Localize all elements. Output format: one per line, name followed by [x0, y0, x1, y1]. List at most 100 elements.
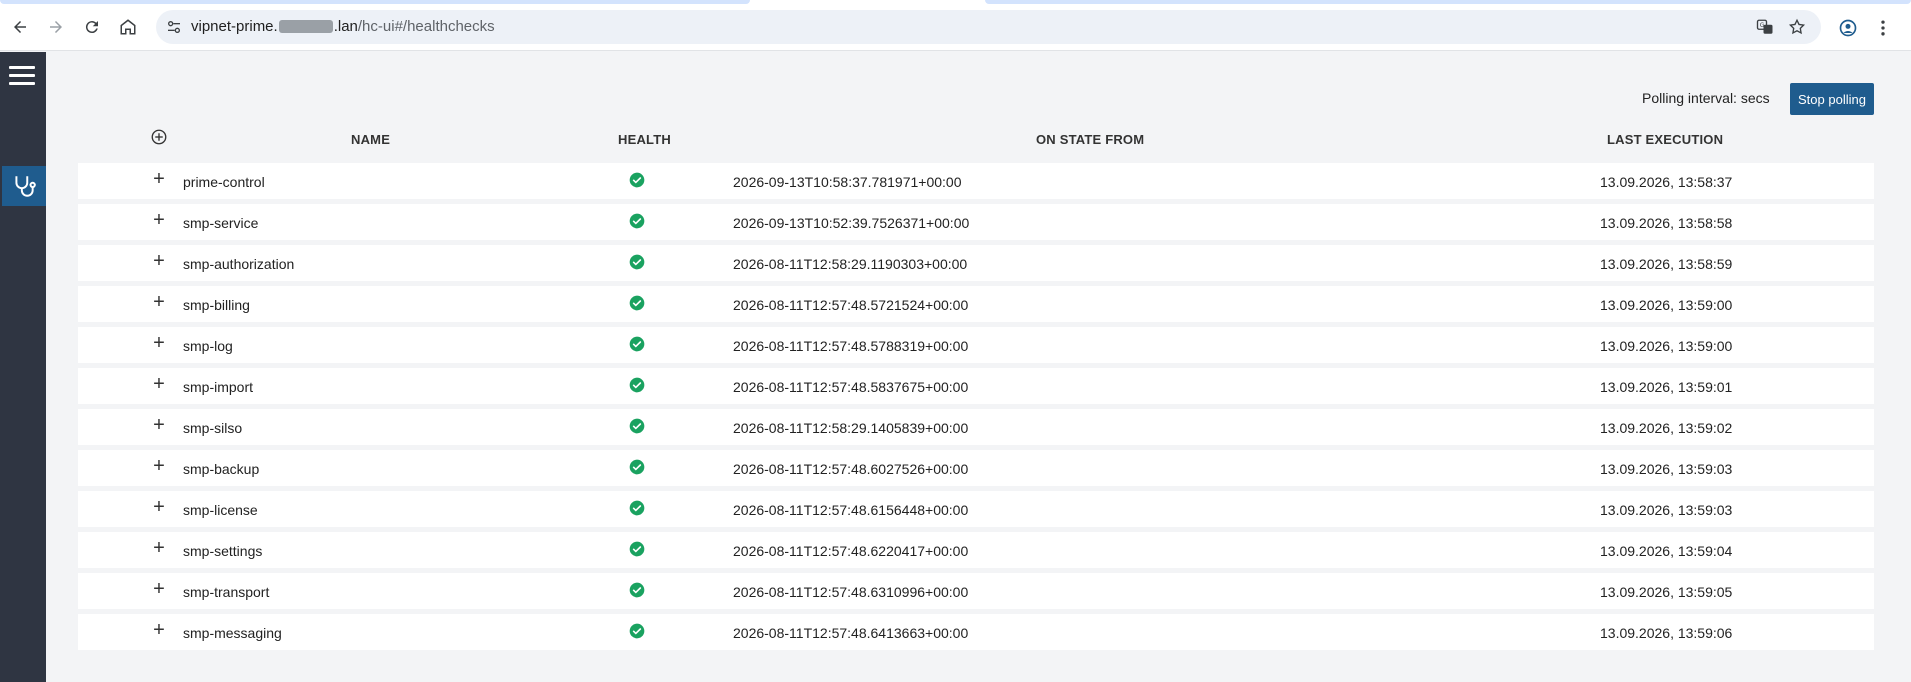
table-row[interactable]: + smp-messaging 2026-08-11T12:57:48.641366…	[78, 614, 1874, 650]
table-row[interactable]: + smp-settings 2026-08-11T12:57:48.6220417…	[78, 532, 1874, 568]
health-ok-icon	[629, 459, 645, 475]
browser-tab[interactable]	[0, 0, 750, 4]
row-last-execution: 13.09.2026, 13:59:00	[1600, 297, 1733, 313]
url-host: vipnet-prime.	[191, 18, 278, 35]
stop-polling-button[interactable]: Stop polling	[1790, 83, 1874, 115]
polling-interval-label: Polling interval: secs	[1642, 90, 1770, 106]
row-on-state-from: 2026-08-11T12:57:48.6156448+00:00	[733, 502, 969, 518]
row-name: smp-service	[183, 215, 259, 231]
svg-text:G: G	[1760, 22, 1765, 29]
home-icon	[120, 19, 136, 35]
row-name: smp-silso	[183, 420, 243, 436]
expand-row-button[interactable]: +	[148, 169, 170, 191]
row-name: smp-billing	[183, 297, 250, 313]
row-last-execution: 13.09.2026, 13:59:03	[1600, 502, 1733, 518]
row-on-state-from: 2026-09-13T10:52:39.7526371+00:00	[733, 215, 970, 231]
address-bar[interactable]: vipnet-prime. .lan/hc-ui#/healthchecks G	[156, 10, 1821, 44]
column-header-health[interactable]: HEALTH	[618, 132, 671, 147]
health-ok-icon	[629, 172, 645, 188]
reload-icon	[85, 21, 98, 34]
expand-row-button[interactable]: +	[148, 251, 170, 273]
health-ok-icon	[629, 541, 645, 557]
browser-tab[interactable]	[985, 0, 1911, 4]
url-text: vipnet-prime. .lan/hc-ui#/healthchecks	[191, 18, 495, 35]
expand-row-button[interactable]: +	[148, 210, 170, 232]
expand-row-button[interactable]: +	[148, 374, 170, 396]
browser-toolbar: vipnet-prime. .lan/hc-ui#/healthchecks G	[0, 5, 1911, 51]
arrow-left-icon	[14, 21, 26, 33]
column-header-on-state-from[interactable]: ON STATE FROM	[1036, 132, 1144, 147]
row-name: smp-settings	[183, 543, 263, 559]
expand-all-icon[interactable]	[150, 128, 168, 146]
row-last-execution: 13.09.2026, 13:59:00	[1600, 338, 1733, 354]
row-on-state-from: 2026-08-11T12:57:48.6310996+00:00	[733, 584, 969, 600]
table-row[interactable]: + smp-transport 2026-08-11T12:57:48.631099…	[78, 573, 1874, 609]
home-button[interactable]	[114, 13, 142, 41]
row-name: smp-messaging	[183, 625, 282, 641]
health-ok-icon	[629, 500, 645, 516]
row-last-execution: 13.09.2026, 13:58:37	[1600, 174, 1733, 190]
health-ok-icon	[629, 623, 645, 639]
site-settings-icon[interactable]	[166, 19, 182, 35]
table-header: NAME HEALTH ON STATE FROM LAST EXECUTION	[78, 122, 1874, 156]
expand-row-button[interactable]: +	[148, 620, 170, 642]
app-sidebar	[0, 52, 46, 682]
back-button[interactable]	[6, 13, 34, 41]
profile-icon[interactable]	[1838, 18, 1858, 38]
table-row[interactable]: + smp-billing 2026-08-11T12:57:48.5721524+…	[78, 286, 1874, 322]
row-on-state-from: 2026-08-11T12:58:29.1405839+00:00	[733, 420, 969, 436]
sidebar-item-healthchecks[interactable]	[2, 166, 46, 206]
row-on-state-from: 2026-08-11T12:57:48.5788319+00:00	[733, 338, 969, 354]
row-on-state-from: 2026-08-11T12:57:48.5721524+00:00	[733, 297, 969, 313]
menu-toggle-icon[interactable]	[9, 66, 35, 86]
health-ok-icon	[629, 295, 645, 311]
health-ok-icon	[629, 254, 645, 270]
row-last-execution: 13.09.2026, 13:59:05	[1600, 584, 1733, 600]
row-name: smp-backup	[183, 461, 260, 477]
table-row[interactable]: + smp-license 2026-08-11T12:57:48.6156448+…	[78, 491, 1874, 527]
health-ok-icon	[629, 336, 645, 352]
reload-button[interactable]	[78, 13, 106, 41]
row-name: smp-transport	[183, 584, 270, 600]
row-on-state-from: 2026-08-11T12:57:48.6220417+00:00	[733, 543, 969, 559]
row-last-execution: 13.09.2026, 13:58:59	[1600, 256, 1733, 272]
row-last-execution: 13.09.2026, 13:59:02	[1600, 420, 1733, 436]
row-last-execution: 13.09.2026, 13:59:04	[1600, 543, 1733, 559]
forward-button[interactable]	[42, 13, 70, 41]
health-ok-icon	[629, 377, 645, 393]
column-header-last-execution[interactable]: LAST EXECUTION	[1607, 132, 1723, 147]
expand-row-button[interactable]: +	[148, 292, 170, 314]
row-name: smp-authorization	[183, 256, 295, 272]
row-name: smp-log	[183, 338, 233, 354]
arrow-right-icon	[50, 21, 62, 33]
row-on-state-from: 2026-08-11T12:58:29.1190303+00:00	[733, 256, 968, 272]
translate-icon[interactable]: G	[1756, 18, 1774, 36]
health-ok-icon	[629, 213, 645, 229]
expand-row-button[interactable]: +	[148, 333, 170, 355]
bookmark-star-icon[interactable]	[1788, 18, 1806, 36]
row-on-state-from: 2026-09-13T10:58:37.781971+00:00	[733, 174, 962, 190]
more-menu-icon[interactable]	[1873, 18, 1893, 38]
column-header-name[interactable]: NAME	[351, 132, 390, 147]
expand-row-button[interactable]: +	[148, 456, 170, 478]
stethoscope-icon	[15, 176, 36, 197]
row-last-execution: 13.09.2026, 13:59:06	[1600, 625, 1733, 641]
table-row[interactable]: + smp-silso 2026-08-11T12:58:29.1405839+00…	[78, 409, 1874, 445]
table-row[interactable]: + smp-authorization 2026-08-11T12:58:29.11…	[78, 245, 1874, 281]
table-row[interactable]: + prime-control 2026-09-13T10:58:37.781971…	[78, 163, 1874, 199]
row-last-execution: 13.09.2026, 13:58:58	[1600, 215, 1733, 231]
row-on-state-from: 2026-08-11T12:57:48.6027526+00:00	[733, 461, 969, 477]
row-on-state-from: 2026-08-11T12:57:48.5837675+00:00	[733, 379, 969, 395]
table-row[interactable]: + smp-service 2026-09-13T10:52:39.7526371+…	[78, 204, 1874, 240]
row-name: smp-license	[183, 502, 258, 518]
row-last-execution: 13.09.2026, 13:59:01	[1600, 379, 1733, 395]
url-path: /hc-ui#/healthchecks	[357, 18, 495, 35]
row-name: prime-control	[183, 174, 265, 190]
expand-row-button[interactable]: +	[148, 579, 170, 601]
expand-row-button[interactable]: +	[148, 538, 170, 560]
table-row[interactable]: + smp-backup 2026-08-11T12:57:48.6027526+0…	[78, 450, 1874, 486]
table-row[interactable]: + smp-log 2026-08-11T12:57:48.5788319+00:0…	[78, 327, 1874, 363]
expand-row-button[interactable]: +	[148, 497, 170, 519]
table-row[interactable]: + smp-import 2026-08-11T12:57:48.5837675+0…	[78, 368, 1874, 404]
expand-row-button[interactable]: +	[148, 415, 170, 437]
